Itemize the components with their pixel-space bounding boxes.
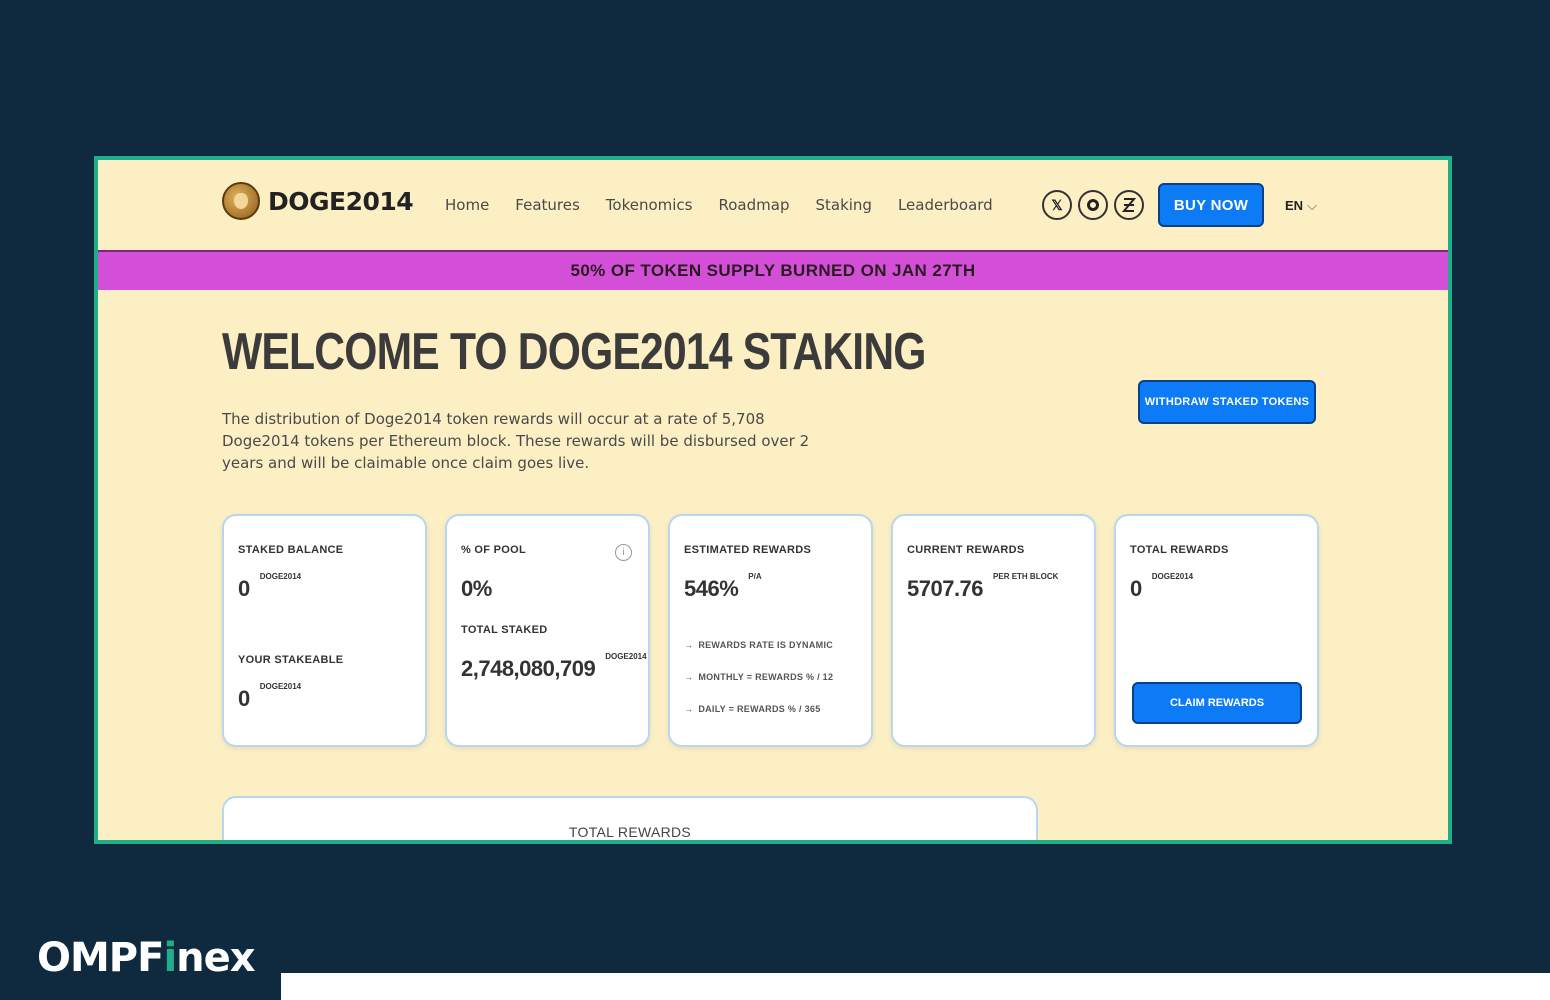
pool-card: % OF POOL i 0% TOTAL STAKED 2,748,080,70…	[445, 514, 650, 747]
chevron-down-icon: ⌵	[1307, 198, 1317, 213]
watermark-logo: OMPFinex	[37, 935, 256, 981]
rewards-bullet-1: → REWARDS RATE IS DYNAMIC	[684, 640, 833, 650]
pool-label: % OF POOL	[461, 544, 527, 556]
nav-item-home[interactable]: Home	[445, 196, 489, 214]
screenshot-frame: DOGE2014 Home Features Tokenomics Roadma…	[94, 156, 1452, 844]
current-rewards-card: CURRENT REWARDS 5707.76 PER ETH BLOCK	[891, 514, 1096, 747]
total-staked-value: 2,748,080,709 DOGE2014	[461, 652, 647, 682]
rewards-bullet-2: → MONTHLY = REWARDS % / 12	[684, 672, 833, 682]
total-rewards-value: 0 DOGE2014	[1130, 572, 1193, 602]
watermark-i: i	[163, 935, 177, 981]
estimated-rewards-card: ESTIMATED REWARDS 546% P/A → REWARDS RATE …	[668, 514, 873, 747]
watermark-prefix: OMPF	[37, 935, 164, 981]
estimated-rewards-value: 546% P/A	[684, 572, 762, 602]
page-title: WELCOME TO DOGE2014 STAKING	[222, 323, 926, 381]
coin-icon[interactable]	[1078, 190, 1108, 220]
total-staked-unit: DOGE2014	[605, 652, 647, 661]
logo[interactable]: DOGE2014	[222, 182, 414, 220]
header: DOGE2014 Home Features Tokenomics Roadma…	[98, 160, 1448, 250]
rewards-bullet-3-text: DAILY = REWARDS % / 365	[698, 704, 821, 714]
doge-coin-icon	[222, 182, 260, 220]
current-rewards-label: CURRENT REWARDS	[907, 544, 1025, 556]
current-rewards-unit: PER ETH BLOCK	[993, 572, 1059, 581]
total-staked-number: 2,748,080,709	[461, 656, 596, 681]
stakeable-number: 0	[238, 686, 250, 711]
logo-icon[interactable]	[1114, 190, 1144, 220]
total-rewards-label: TOTAL REWARDS	[1130, 544, 1229, 556]
staked-balance-card: STAKED BALANCE 0 DOGE2014 YOUR STAKEABLE …	[222, 514, 427, 747]
arrow-right-icon: →	[684, 672, 694, 682]
main-nav: Home Features Tokenomics Roadmap Staking…	[445, 196, 993, 214]
social-links: 𝕏	[1042, 190, 1144, 220]
current-rewards-value: 5707.76 PER ETH BLOCK	[907, 572, 1058, 602]
nav-item-tokenomics[interactable]: Tokenomics	[606, 196, 693, 214]
watermark-suffix: nex	[176, 935, 255, 981]
stakeable-unit: DOGE2014	[259, 682, 302, 691]
info-icon[interactable]: i	[615, 544, 632, 561]
total-rewards-card: TOTAL REWARDS 0 DOGE2014 CLAIM REWARDS	[1114, 514, 1319, 747]
total-rewards-panel-label: TOTAL REWARDS	[568, 824, 692, 840]
page-description: The distribution of Doge2014 token rewar…	[222, 410, 810, 472]
total-rewards-panel: TOTAL REWARDS	[222, 796, 1038, 840]
total-rewards-number: 0	[1130, 576, 1142, 601]
estimated-rewards-unit: P/A	[748, 572, 762, 581]
pool-value: 0%	[461, 576, 492, 601]
staked-balance-label: STAKED BALANCE	[238, 544, 344, 556]
nav-item-leaderboard[interactable]: Leaderboard	[898, 196, 993, 214]
total-rewards-unit: DOGE2014	[1151, 572, 1194, 581]
current-rewards-number: 5707.76	[907, 576, 984, 601]
withdraw-staked-tokens-button[interactable]: WITHDRAW STAKED TOKENS	[1138, 380, 1316, 424]
logo-text: DOGE2014	[268, 186, 414, 216]
arrow-right-icon: →	[684, 640, 694, 650]
bottom-strip	[281, 973, 1550, 1000]
claim-rewards-button[interactable]: CLAIM REWARDS	[1132, 682, 1302, 724]
rewards-bullet-1-text: REWARDS RATE IS DYNAMIC	[698, 640, 834, 650]
announcement-banner: 50% OF TOKEN SUPPLY BURNED ON JAN 27TH	[98, 250, 1448, 290]
stakeable-value: 0 DOGE2014	[238, 682, 301, 712]
stats-cards: STAKED BALANCE 0 DOGE2014 YOUR STAKEABLE …	[222, 514, 1319, 747]
nav-item-roadmap[interactable]: Roadmap	[719, 196, 790, 214]
x-icon[interactable]: 𝕏	[1042, 190, 1072, 220]
staked-balance-value: 0 DOGE2014	[238, 572, 301, 602]
language-label: EN	[1285, 198, 1304, 213]
language-selector[interactable]: EN ⌵	[1285, 198, 1317, 214]
total-staked-label: TOTAL STAKED	[461, 624, 548, 636]
rewards-bullet-2-text: MONTHLY = REWARDS % / 12	[698, 672, 834, 682]
staked-balance-unit: DOGE2014	[259, 572, 302, 581]
estimated-rewards-label: ESTIMATED REWARDS	[684, 544, 812, 556]
arrow-right-icon: →	[684, 704, 694, 714]
buy-now-button[interactable]: BUY NOW	[1158, 183, 1264, 227]
estimated-rewards-number: 546%	[684, 576, 739, 601]
stakeable-label: YOUR STAKEABLE	[238, 654, 344, 666]
nav-item-features[interactable]: Features	[515, 196, 580, 214]
rewards-bullet-3: → DAILY = REWARDS % / 365	[684, 704, 821, 714]
nav-item-staking[interactable]: Staking	[815, 196, 871, 214]
staked-balance-number: 0	[238, 576, 250, 601]
